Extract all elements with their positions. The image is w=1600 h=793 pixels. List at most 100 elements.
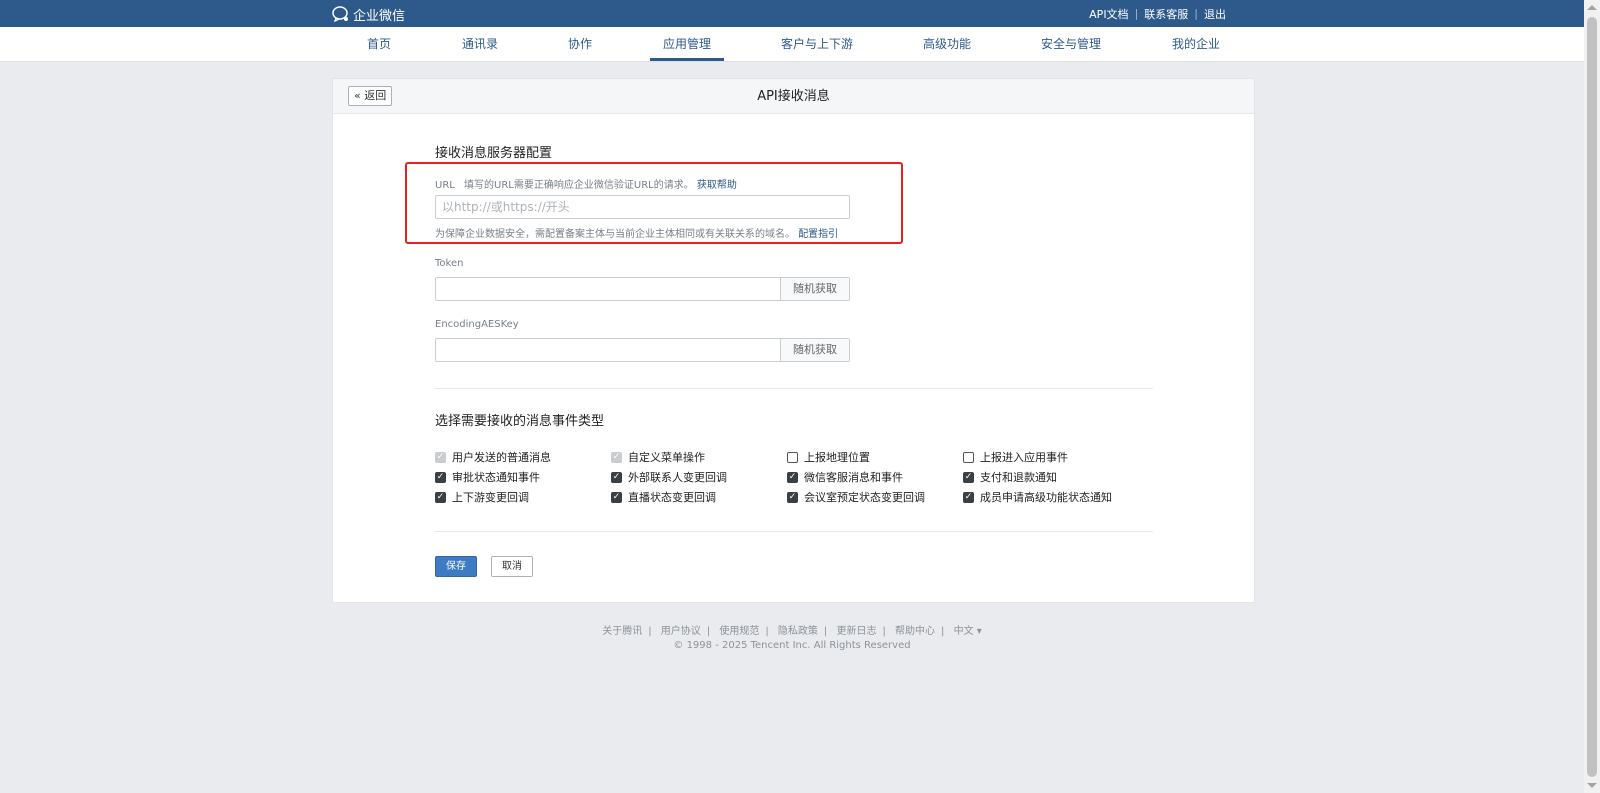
- token-random-button[interactable]: 随机获取: [780, 278, 849, 300]
- url-label: URL: [435, 180, 455, 191]
- checkmark-icon[interactable]: ✓: [611, 471, 622, 483]
- nav-advanced[interactable]: 高级功能: [923, 27, 971, 61]
- aes-input[interactable]: [436, 339, 780, 361]
- checkmark-icon: ✓: [611, 451, 622, 463]
- url-input[interactable]: [435, 195, 850, 219]
- event-checkbox[interactable]: ✓ 成员申请高级功能状态通知: [963, 489, 1112, 505]
- footer-links: 关于腾讯 | 用户协议 | 使用规范 | 隐私政策 | 更新日志 | 帮助中心 | 中文 ▾: [0, 622, 1584, 637]
- nav-collaboration[interactable]: 协作: [568, 27, 592, 61]
- separator: |: [823, 626, 828, 637]
- logout-link[interactable]: 退出: [1204, 6, 1226, 22]
- event-checkbox-label: 直播状态变更回调: [628, 491, 716, 504]
- event-checkbox-label: 外部联系人变更回调: [628, 471, 727, 484]
- api-docs-link[interactable]: API文档: [1089, 6, 1128, 22]
- footer-changelog[interactable]: 更新日志: [836, 626, 876, 637]
- scroll-thumb[interactable]: [1587, 17, 1597, 777]
- event-checkbox: ✓ 用户发送的普通消息: [435, 449, 551, 465]
- nav-my-company[interactable]: 我的企业: [1172, 27, 1220, 61]
- event-checkbox-label: 会议室预定状态变更回调: [804, 491, 925, 504]
- active-tab-indicator: [650, 58, 724, 61]
- separator: |: [941, 626, 945, 637]
- checkmark-icon: ✓: [435, 451, 446, 463]
- page-title: API接收消息: [757, 89, 830, 104]
- checkmark-icon[interactable]: ✓: [787, 491, 798, 503]
- event-checkbox[interactable]: ✓ 外部联系人变更回调: [611, 469, 727, 485]
- footer-user-agreement[interactable]: 用户协议: [661, 626, 701, 637]
- wecom-logo-icon: [332, 6, 348, 22]
- card-header: « 返回 API接收消息: [333, 79, 1254, 114]
- event-checkbox-label: 微信客服消息和事件: [804, 471, 903, 484]
- event-checkbox: ✓ 自定义菜单操作: [611, 449, 705, 465]
- aes-random-button[interactable]: 随机获取: [780, 339, 849, 361]
- url-note: 为保障企业数据安全，需配置备案主体与当前企业主体相同或有关联关系的域名。: [435, 229, 795, 240]
- url-hint: 填写的URL需要正确响应企业微信验证URL的请求。: [464, 180, 694, 191]
- separator: |: [706, 626, 711, 637]
- cancel-button[interactable]: 取消: [491, 556, 533, 577]
- event-checkbox[interactable]: ✓ 会议室预定状态变更回调: [787, 489, 925, 505]
- checkmark-icon[interactable]: ✓: [611, 491, 622, 503]
- page-scrollbar[interactable]: [1584, 0, 1600, 793]
- separator: |: [882, 626, 886, 637]
- event-checkbox-label: 用户发送的普通消息: [452, 451, 551, 464]
- event-checkbox[interactable]: 上报地理位置: [787, 449, 870, 465]
- api-receive-card: « 返回 API接收消息 接收消息服务器配置 URL 填写的URL需要正确响应企…: [332, 78, 1255, 603]
- footer-about[interactable]: 关于腾讯: [602, 626, 642, 637]
- event-checkbox[interactable]: ✓ 上下游变更回调: [435, 489, 529, 505]
- event-checkbox[interactable]: ✓ 支付和退款通知: [963, 469, 1057, 485]
- events-title: 选择需要接收的消息事件类型: [435, 414, 605, 429]
- separator: |: [765, 626, 769, 637]
- save-button[interactable]: 保存: [435, 556, 477, 577]
- event-checkbox[interactable]: ✓ 审批状态通知事件: [435, 469, 540, 485]
- config-guide-link[interactable]: 配置指引: [798, 229, 838, 240]
- scroll-down-icon[interactable]: [1587, 783, 1597, 788]
- scroll-up-icon[interactable]: [1587, 5, 1597, 10]
- get-help-link[interactable]: 获取帮助: [697, 180, 737, 191]
- event-checkbox[interactable]: ✓ 微信客服消息和事件: [787, 469, 903, 485]
- nav-security[interactable]: 安全与管理: [1041, 27, 1101, 61]
- url-label-row: URL 填写的URL需要正确响应企业微信验证URL的请求。 获取帮助: [435, 176, 737, 191]
- nav-customers[interactable]: 客户与上下游: [781, 27, 853, 61]
- contact-support-link[interactable]: 联系客服: [1144, 6, 1188, 22]
- nav-contacts[interactable]: 通讯录: [462, 27, 498, 61]
- divider: [435, 531, 1153, 532]
- token-field: 随机获取: [435, 277, 850, 301]
- checkmark-icon[interactable]: ✓: [435, 491, 446, 503]
- aes-label: EncodingAESKey: [435, 319, 519, 330]
- event-checkbox[interactable]: 上报进入应用事件: [963, 449, 1068, 465]
- main-nav: 首页 通讯录 协作 应用管理 客户与上下游 高级功能 安全与管理 我的企业: [0, 27, 1584, 62]
- event-checkbox-label: 上下游变更回调: [452, 491, 529, 504]
- separator: |: [1134, 7, 1139, 20]
- nav-home[interactable]: 首页: [367, 27, 391, 61]
- top-bar: 企业微信 API文档 | 联系客服 | 退出: [0, 0, 1584, 27]
- event-checkbox-label: 支付和退款通知: [980, 471, 1057, 484]
- separator: |: [1194, 7, 1198, 20]
- nav-app-management[interactable]: 应用管理: [663, 27, 711, 61]
- top-links: API文档 | 联系客服 | 退出: [1089, 0, 1226, 27]
- checkmark-icon[interactable]: ✓: [787, 471, 798, 483]
- event-checkbox-label: 审批状态通知事件: [452, 471, 540, 484]
- logo[interactable]: 企业微信: [332, 5, 406, 24]
- logo-text: 企业微信: [353, 8, 406, 24]
- separator: |: [648, 626, 652, 637]
- event-checkbox-label: 成员申请高级功能状态通知: [980, 491, 1112, 504]
- event-checkbox[interactable]: ✓ 直播状态变更回调: [611, 489, 716, 505]
- language-selector[interactable]: 中文 ▾: [954, 626, 982, 637]
- copyright: © 1998 - 2025 Tencent Inc. All Rights Re…: [673, 640, 911, 651]
- token-label: Token: [435, 258, 464, 269]
- event-checkbox-label: 上报进入应用事件: [980, 451, 1068, 464]
- checkmark-icon[interactable]: ✓: [963, 471, 974, 483]
- server-config-title: 接收消息服务器配置: [435, 146, 553, 161]
- checkbox-empty-icon[interactable]: [787, 451, 798, 463]
- event-checkbox-label: 自定义菜单操作: [628, 451, 705, 464]
- aes-field: 随机获取: [435, 338, 850, 362]
- checkmark-icon[interactable]: ✓: [435, 471, 446, 483]
- url-note-row: 为保障企业数据安全，需配置备案主体与当前企业主体相同或有关联关系的域名。 配置指…: [435, 225, 838, 240]
- checkmark-icon[interactable]: ✓: [963, 491, 974, 503]
- footer-usage-rules[interactable]: 使用规范: [719, 626, 759, 637]
- divider: [435, 388, 1153, 389]
- event-checkbox-label: 上报地理位置: [804, 451, 870, 464]
- checkbox-empty-icon[interactable]: [963, 451, 974, 463]
- footer-privacy[interactable]: 隐私政策: [778, 626, 818, 637]
- token-input[interactable]: [436, 278, 780, 300]
- footer-help-center[interactable]: 帮助中心: [895, 626, 935, 637]
